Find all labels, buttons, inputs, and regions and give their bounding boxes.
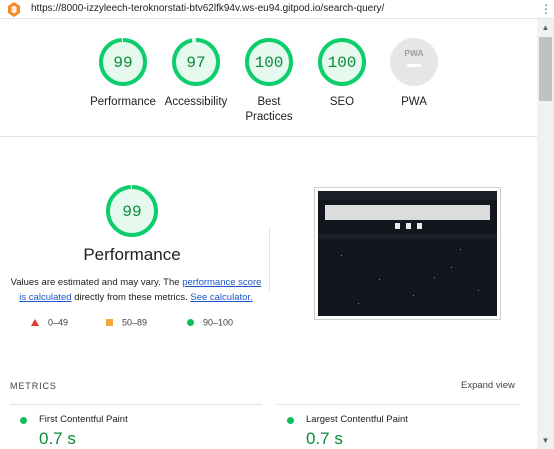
performance-score-value: 99 <box>122 203 141 221</box>
vertical-divider <box>269 227 270 291</box>
score-value: 99 <box>113 54 132 72</box>
score-ring: 99 <box>99 38 147 86</box>
description-text-2: directly from these metrics. <box>74 292 188 303</box>
pass-circle-icon <box>187 319 194 327</box>
thumb-card <box>325 205 490 220</box>
score-ring: 100 <box>245 38 293 86</box>
legend-average: 50–89 <box>106 317 147 328</box>
thumb-star <box>358 303 359 304</box>
gitpod-logo-icon <box>8 2 20 17</box>
see-calculator-link[interactable]: See calculator. <box>190 292 252 303</box>
thumb-box <box>395 223 400 229</box>
thumb-star <box>413 295 414 296</box>
fail-triangle-icon <box>31 319 39 327</box>
metric-name: Largest Contentful Paint <box>306 414 408 425</box>
vertical-scrollbar[interactable]: ▲ ▼ <box>537 19 554 449</box>
scroll-up-arrow-icon[interactable]: ▲ <box>537 19 554 36</box>
scroll-down-arrow-icon[interactable]: ▼ <box>537 432 554 449</box>
legend-pass: 90–100 <box>187 317 233 328</box>
screenshot-image <box>318 191 497 316</box>
score-value: 100 <box>328 54 357 72</box>
score-ring: 97 <box>172 38 220 86</box>
thumb-navbar <box>318 191 497 200</box>
pwa-badge-icon: PWA <box>390 38 438 86</box>
pwa-badge-text: PWA <box>404 48 423 58</box>
score-value: 100 <box>255 54 284 72</box>
score-value: 97 <box>186 54 205 72</box>
legend-range: 90–100 <box>203 317 234 328</box>
legend-fail: 0–49 <box>31 317 68 328</box>
metrics-divider <box>277 404 519 405</box>
legend-range: 0–49 <box>48 317 69 328</box>
thumb-star <box>451 267 452 268</box>
more-options-icon[interactable]: ⋮ <box>540 2 552 17</box>
pass-circle-icon <box>20 417 27 424</box>
metric-name: First Contentful Paint <box>39 414 128 425</box>
metric-value: 0.7 s <box>306 429 343 448</box>
performance-score-gauge: 99 <box>106 185 158 237</box>
performance-heading: Performance <box>83 245 181 264</box>
metrics-heading: METRICS <box>10 381 57 391</box>
expand-view-toggle[interactable]: Expand view <box>461 380 515 391</box>
thumb-box <box>406 223 411 229</box>
thumb-star <box>460 249 461 250</box>
performance-description: Values are estimated and may vary. The p… <box>8 275 264 305</box>
final-screenshot-thumbnail[interactable] <box>314 187 501 320</box>
thumb-star <box>478 290 479 291</box>
gauge-label: Best Practices <box>245 96 293 123</box>
metric-value: 0.7 s <box>39 429 76 448</box>
section-divider <box>0 136 537 137</box>
thumb-footer <box>318 234 497 239</box>
average-square-icon <box>106 319 113 327</box>
pass-circle-icon <box>287 417 294 424</box>
score-ring: 100 <box>318 38 366 86</box>
description-text-1: Values are estimated and may vary. The <box>10 277 180 288</box>
gauge-pwa[interactable]: PWA PWA <box>364 36 464 110</box>
legend-range: 50–89 <box>122 317 148 328</box>
thumb-box <box>417 223 422 229</box>
url-text[interactable]: https://8000-izzyleech-teroknorstati-btv… <box>31 3 384 14</box>
thumb-star <box>341 255 342 256</box>
scrollbar-thumb[interactable] <box>539 37 552 101</box>
browser-address-bar: https://8000-izzyleech-teroknorstati-btv… <box>0 0 554 19</box>
thumb-star <box>379 279 380 280</box>
lighthouse-report: 99 Performance 97 Accessibility 100 Best… <box>0 19 537 449</box>
thumb-star <box>434 277 435 278</box>
gauge-label: PWA <box>401 96 427 108</box>
metrics-divider <box>10 404 262 405</box>
